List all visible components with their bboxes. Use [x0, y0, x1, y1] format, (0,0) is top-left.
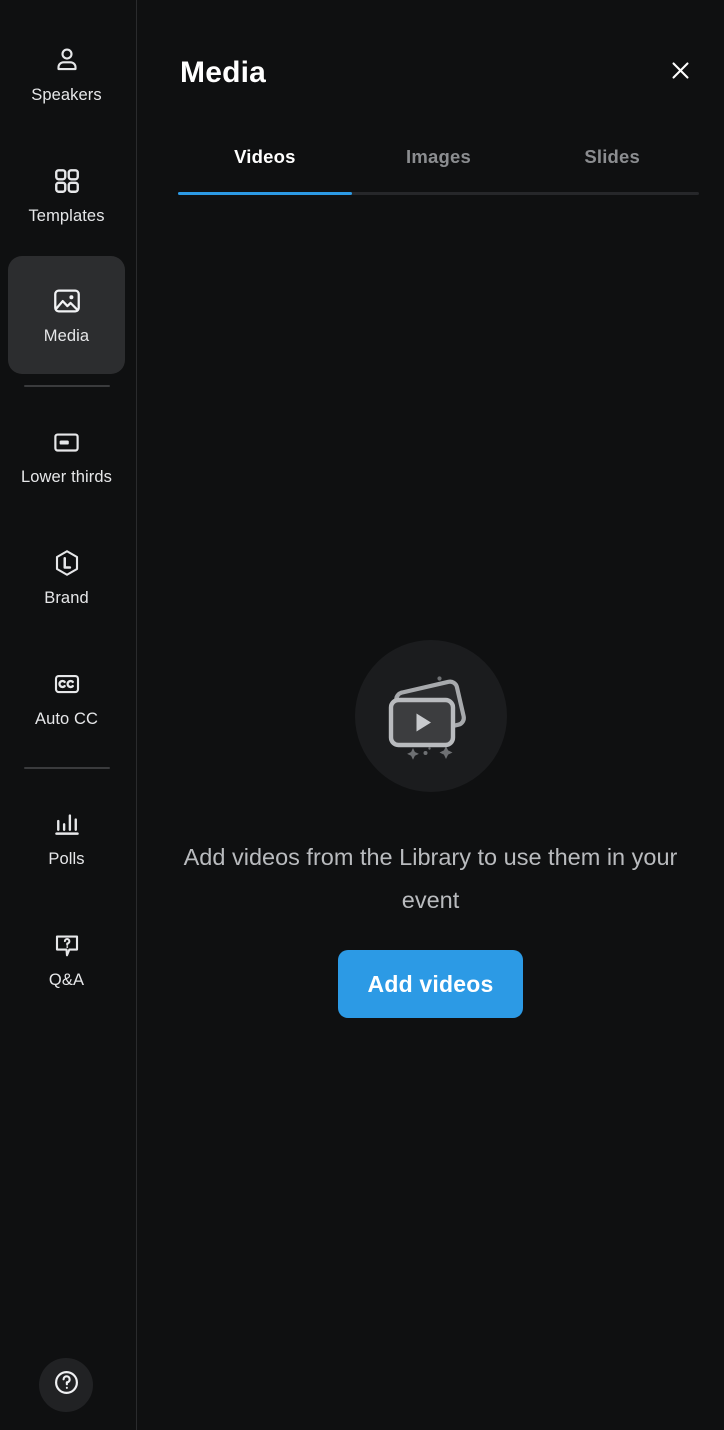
close-button[interactable] — [660, 53, 700, 93]
sidebar-item-label: Brand — [44, 589, 89, 607]
empty-state: Add videos from the Library to use them … — [137, 640, 724, 1018]
sidebar-item-label: Media — [43, 327, 90, 345]
sidebar-item-label: Lower thirds — [20, 468, 113, 486]
sidebar-item-auto-cc[interactable]: Auto CC — [8, 662, 125, 734]
close-icon — [668, 58, 693, 88]
lower-third-icon — [50, 425, 84, 459]
grid-icon — [50, 164, 84, 198]
sidebar-item-media[interactable]: Media — [8, 256, 125, 374]
sidebar-item-templates[interactable]: Templates — [8, 159, 125, 231]
video-stack-icon — [354, 640, 507, 792]
person-icon — [50, 43, 84, 77]
hexagon-l-icon — [50, 546, 84, 580]
tab-bar: Videos Images Slides — [178, 146, 699, 195]
sidebar-item-label: Templates — [28, 207, 105, 225]
bar-chart-icon — [50, 807, 84, 841]
tab-slides[interactable]: Slides — [525, 146, 699, 192]
media-panel: Media Videos Images Slides Add videos fr… — [137, 0, 724, 1430]
add-videos-button[interactable]: Add videos — [337, 950, 524, 1018]
tab-images[interactable]: Images — [352, 146, 526, 192]
active-tab-indicator — [178, 192, 352, 195]
sidebar-item-speakers[interactable]: Speakers — [8, 38, 125, 110]
empty-state-message: Add videos from the Library to use them … — [183, 844, 678, 913]
sidebar-item-polls[interactable]: Polls — [8, 802, 125, 874]
page-title: Media — [180, 56, 267, 89]
sidebar-item-label: Q&A — [48, 971, 85, 989]
sidebar-item-lower-thirds[interactable]: Lower thirds — [8, 420, 125, 492]
closed-caption-icon — [50, 667, 84, 701]
sidebar-item-label: Auto CC — [34, 710, 99, 728]
help-circle-icon — [52, 1368, 81, 1402]
sidebar-item-label: Polls — [48, 850, 85, 868]
image-icon — [50, 284, 84, 318]
sidebar-divider — [24, 767, 110, 769]
panel-header: Media — [180, 50, 700, 96]
sidebar-item-brand[interactable]: Brand — [8, 541, 125, 613]
sidebar-item-qa[interactable]: Q&A — [8, 923, 125, 995]
tab-videos[interactable]: Videos — [178, 146, 352, 192]
media-panel-window: Speakers Templates Media Lower thirds Br… — [0, 0, 724, 1430]
tab-track — [178, 192, 699, 195]
sidebar: Speakers Templates Media Lower thirds Br… — [0, 0, 137, 1430]
sidebar-divider — [24, 385, 110, 387]
tab-row: Videos Images Slides — [178, 146, 699, 192]
question-bubble-icon — [50, 928, 84, 962]
help-button[interactable] — [39, 1358, 93, 1412]
sidebar-item-label: Speakers — [31, 86, 102, 104]
